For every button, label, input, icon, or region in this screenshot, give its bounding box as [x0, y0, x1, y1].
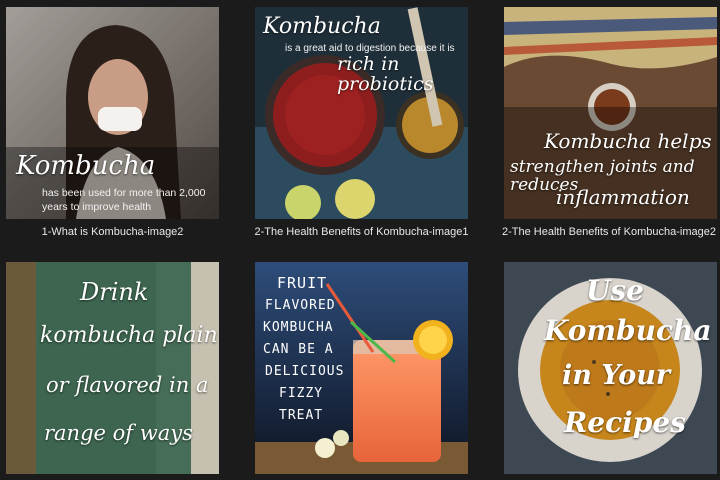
- tile-line4: Recipes: [564, 406, 686, 439]
- tile-line1: Fruit: [277, 274, 328, 292]
- thumbnail-kombucha-history[interactable]: Kombucha has been used for more than 2,0…: [6, 7, 219, 219]
- tile-line3: or flavored in a: [46, 373, 209, 397]
- tile-line2: kombucha plain: [40, 323, 218, 348]
- tile-line7: treat: [279, 408, 324, 423]
- tile-line4: range of ways: [44, 421, 193, 445]
- tile-line5: delicious: [265, 364, 345, 379]
- tile-text-line1: has been used for more than 2,000: [42, 187, 206, 199]
- tile-title: Kombucha: [263, 14, 381, 39]
- thumbnail-kombucha-drink[interactable]: Drink kombucha plain or flavored in a ra…: [6, 262, 219, 474]
- thumbnail-kombucha-digestion[interactable]: Kombucha is a great aid to digestion bec…: [255, 7, 468, 219]
- tile-line2: flavored: [265, 298, 336, 313]
- tile-line3: in Your: [562, 360, 671, 391]
- tile-line6: fizzy: [279, 386, 324, 401]
- tile-line2: Kombucha: [544, 314, 712, 347]
- tile-line1: Kombucha helps: [544, 129, 712, 153]
- thumbnail-caption[interactable]: 2-The Health Benefits of Kombucha-image2: [498, 226, 720, 238]
- tile-line3: kombucha: [263, 320, 334, 335]
- tile-title: Kombucha: [16, 151, 156, 181]
- thumbnail-kombucha-joints[interactable]: Kombucha helps strengthen joints and red…: [504, 7, 717, 219]
- tile-text-line2: years to improve health: [42, 201, 152, 213]
- tile-line1: Drink: [80, 278, 149, 306]
- tile-emphasis: rich in probiotics: [337, 53, 434, 95]
- tile-line4: can be a: [263, 342, 334, 357]
- thumbnail-caption[interactable]: 2-The Health Benefits of Kombucha-image1: [246, 226, 477, 238]
- thumbnail-caption[interactable]: 1-What is Kombucha-image2: [6, 226, 219, 238]
- tile-line1: Use: [586, 274, 644, 307]
- tile-line3: inflammation: [556, 185, 690, 209]
- thumbnail-fruit-kombucha[interactable]: Fruit flavored kombucha can be a delicio…: [255, 262, 468, 474]
- thumbnail-kombucha-recipes[interactable]: Use Kombucha in Your Recipes: [504, 262, 717, 474]
